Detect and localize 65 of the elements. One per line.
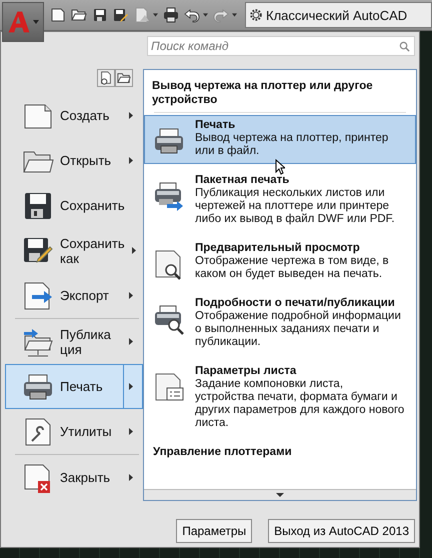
menu-item-label: Открыть [60,153,112,168]
item-description: Отображение чертежа в том виде, в каком он будет выведен на печать. [195,255,390,281]
item-title: Параметры листа [195,365,298,378]
caret-icon [33,20,39,24]
menu-item-label: Создать [60,108,110,123]
menu-item[interactable]: Открыть [5,138,143,183]
menu-item[interactable]: Сохранить [5,183,143,228]
floppy-disk-pencil-icon[interactable] [113,7,129,23]
item-description: Вывод чертежа на плоттер, принтер или в файл. [195,132,390,158]
submenu-item[interactable]: Управление плоттерами [144,442,416,465]
menu-item-label: Сохранить [60,198,126,213]
item-description: Отображение подробной информации о выполненных заданиях печати и публикации. [195,310,402,349]
item-title: Предварительный просмотр [195,242,361,255]
redo-dropdown-button[interactable] [213,7,237,23]
workspace-name: Классический AutoCAD [266,8,408,22]
menu-item-label: Публикация [60,326,112,356]
undo-icon [184,7,200,23]
menu-item[interactable]: Публикация [5,319,143,364]
gear-icon [249,8,263,22]
submenu-item[interactable]: Подробности о печати/публикации Отображение подробной информации о выполненных заданиях печати и публикации. [144,293,416,355]
menu-item-label: Экспорт [60,288,110,303]
item-description: Публикация нескольких листов или чертежей на плоттере или принтере либо их вывод в файл DWF или PDF. [195,187,396,226]
menu-button[interactable]: Параметры [176,519,252,543]
menu-item-label: Закрыть [60,470,112,485]
menu-item-label: Сохранить как [60,236,125,266]
submenu-item[interactable]: Пакетная печать Публикация нескольких листов или чертежей на плоттере или принтере либо их вывод в файл DWF или PDF. [144,170,416,232]
menu-item-label: Утилиты [60,424,113,439]
undo-dropdown-button[interactable] [184,7,208,23]
logo-icon [7,9,31,35]
submenu-item[interactable]: Параметры листа Задание компоновки листа, устройства печати, формата бумаги и других параметров для каждого нового листа. [144,361,416,436]
printer-magnifier-icon [153,303,185,335]
document-list-icon [153,371,185,403]
menu-item[interactable]: Создать [5,93,143,138]
item-title: Печать [195,119,236,132]
menu-item-label: Печать [60,379,104,394]
item-description: Задание компоновки листа, устройства печати, формата бумаги и других параметров для каждого нового листа. [195,378,405,430]
recent-documents-button[interactable] [97,69,115,87]
mouse-cursor-icon [275,159,285,175]
item-title: Подробности о печати/публикации [195,297,396,310]
redo-icon [213,7,229,23]
document-icon [134,7,150,23]
caret-icon [276,493,284,497]
folder-icon[interactable] [71,7,87,23]
search-field[interactable]: Поиск команд [147,36,415,56]
printer-arrow-icon [153,180,185,212]
plot-dropdown-button[interactable] [134,7,158,23]
workspace-dropdown[interactable]: Классический AutoCAD [245,2,432,28]
menu-item[interactable]: Печать [5,364,143,409]
item-title: Управление плоттерами [153,446,293,459]
menu-button[interactable]: Выход из AutoCAD 2013 [268,519,415,543]
menu-item[interactable]: Утилиты [5,409,143,454]
document-arrow-icon [22,280,54,312]
new-file-icon[interactable] [50,7,66,23]
item-title: Пакетная печать [195,174,290,187]
submenu-item[interactable]: Предварительный просмотр Отображение чертежа в том виде, в каком он будет выведен на печать. [144,238,416,287]
menu-item[interactable]: Экспорт [5,273,143,318]
caret-icon [203,13,208,17]
caret-icon [153,13,158,17]
search-icon [399,41,410,52]
submenu-header: Вывод чертежа на плоттер или другое устройство [151,79,374,108]
open-documents-button[interactable] [115,69,133,87]
printer-icon[interactable] [163,7,179,23]
menu-item[interactable]: Сохранить как [5,228,143,273]
caret-icon [232,13,237,17]
menu-item[interactable]: Закрыть [5,455,143,500]
